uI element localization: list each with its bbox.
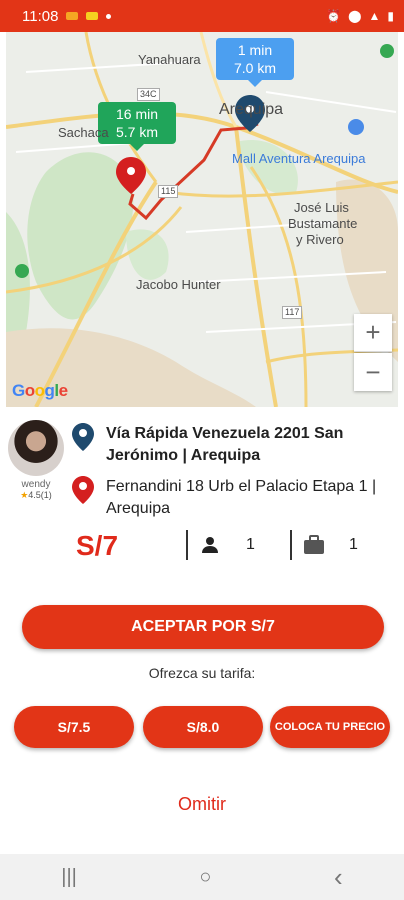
notification-dot-icon <box>106 13 112 19</box>
dropoff-address-row: Fernandini 18 Urb el Palacio Etapa 1 | A… <box>72 476 392 520</box>
google-logo: Google <box>12 381 68 400</box>
rider-name: wendy <box>21 479 51 490</box>
place-label: Yanahuara <box>138 52 201 67</box>
place-label: Sachaca <box>58 125 109 140</box>
pickup-pin-icon <box>72 423 94 451</box>
signal-icon: ▲ <box>368 9 381 23</box>
rider-rating: ★4.5(1) <box>8 490 64 501</box>
zoom-out-button[interactable]: − <box>354 353 392 391</box>
tariff-option-button[interactable]: S/7.5 <box>14 706 134 748</box>
back-icon[interactable]: ‹ <box>334 862 343 893</box>
luggage-count: 1 <box>349 536 358 553</box>
tariff-option-button[interactable]: S/8.0 <box>143 706 263 748</box>
place-label: Bustamante <box>288 216 358 231</box>
pickup-eta-distance: 7.0 km <box>233 60 276 76</box>
divider <box>186 530 188 560</box>
zoom-in-button[interactable]: + <box>354 314 392 352</box>
custom-price-button[interactable]: COLOCA TU PRECIO <box>270 706 390 748</box>
offer-label: Ofrezca su tarifa: <box>148 665 256 681</box>
road-badge: 117 <box>282 306 303 319</box>
trip-eta-bubble: 16 min 5.7 km <box>98 102 176 151</box>
location-icon: ⬤ <box>348 9 362 23</box>
pickup-eta-bubble: 1 min 7.0 km <box>216 38 294 87</box>
status-time: 11:08 <box>22 7 59 25</box>
divider <box>290 530 292 560</box>
skip-button[interactable]: Omitir <box>0 794 404 815</box>
trip-eta-distance: 5.7 km <box>115 124 158 140</box>
road-badge: 34C <box>137 88 160 101</box>
notification-icon <box>86 12 99 20</box>
status-bar: 11:08 ⏰ ⬤ ▲ ▮ <box>0 0 404 32</box>
accept-button[interactable]: ACEPTAR POR S/7 <box>22 605 384 649</box>
place-label: Mall Aventura Arequipa <box>232 151 366 166</box>
avatar <box>8 420 64 476</box>
passenger-count: 1 <box>246 536 255 553</box>
trip-price: S/7 <box>76 530 119 561</box>
battery-icon: ▮ <box>387 9 394 23</box>
place-label: Arequipa <box>219 101 284 118</box>
recents-icon[interactable]: ||| <box>61 866 77 889</box>
notification-icon <box>66 12 79 20</box>
place-label: José Luis <box>294 200 349 215</box>
place-label: Jacobo Hunter <box>136 277 221 292</box>
system-nav-bar: ||| ○ ‹ <box>0 854 404 900</box>
rider-info: wendy ★4.5(1) <box>8 420 64 501</box>
pickup-address-row: Vía Rápida Venezuela 2201 San Jerónimo |… <box>72 423 392 467</box>
alarm-icon: ⏰ <box>326 9 342 23</box>
luggage-icon <box>304 535 324 554</box>
dropoff-address: Fernandini 18 Urb el Palacio Etapa 1 | A… <box>106 478 377 517</box>
pickup-address: Vía Rápida Venezuela 2201 San Jerónimo |… <box>106 425 344 464</box>
passenger-icon <box>202 537 218 553</box>
dropoff-pin-icon <box>72 476 94 504</box>
route-map[interactable]: 1 min 7.0 km 16 min 5.7 km Yanahuara Are… <box>6 32 398 407</box>
pickup-eta-time: 1 min <box>237 42 273 58</box>
home-icon[interactable]: ○ <box>199 866 211 889</box>
trip-eta-time: 16 min <box>115 106 159 122</box>
road-badge: 115 <box>158 185 179 198</box>
place-label: y Rivero <box>296 232 344 247</box>
rider-rating-value: 4.5(1) <box>28 490 52 500</box>
